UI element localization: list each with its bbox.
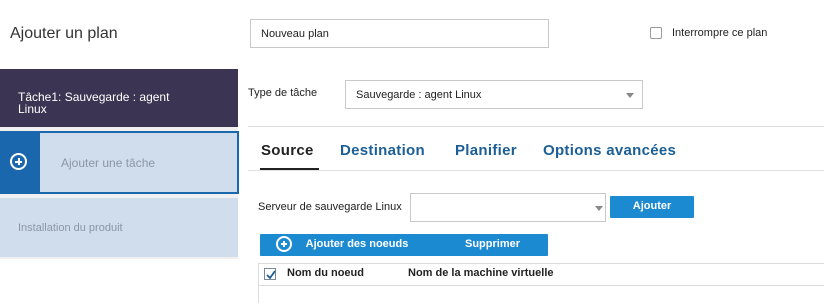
checkmark-icon xyxy=(266,270,276,280)
task-type-select[interactable]: Sauvegarde : agent Linux xyxy=(345,80,643,109)
chevron-down-icon xyxy=(626,93,634,98)
pause-plan-checkbox[interactable] xyxy=(650,27,662,39)
section-divider xyxy=(248,126,824,127)
table-header-rule xyxy=(258,285,824,286)
tab-schedule[interactable]: Planifier xyxy=(455,142,517,159)
backup-server-label: Serveur de sauvegarde Linux xyxy=(258,201,402,213)
task-type-value: Sauvegarde : agent Linux xyxy=(356,89,482,101)
chevron-down-icon xyxy=(595,206,603,211)
tab-advanced-options[interactable]: Options avancées xyxy=(543,142,676,159)
backup-server-select[interactable] xyxy=(410,193,606,222)
sidebar-item-label: Tâche1: Sauvegarde : agent Linux xyxy=(18,90,170,116)
install-product-label[interactable]: Installation du produit xyxy=(18,222,123,234)
tab-source[interactable]: Source xyxy=(261,142,314,159)
plan-name-input[interactable] xyxy=(250,19,549,48)
tabs-rule xyxy=(248,170,824,171)
plus-circle-icon xyxy=(276,236,292,252)
tab-destination[interactable]: Destination xyxy=(340,142,425,159)
active-tab-indicator xyxy=(260,168,319,170)
add-server-button[interactable]: Ajouter xyxy=(610,196,694,218)
column-header-node-name[interactable]: Nom du noeud xyxy=(287,267,364,279)
pause-plan-label[interactable]: Interrompre ce plan xyxy=(672,27,767,39)
add-task-label[interactable]: Ajouter une tâche xyxy=(61,156,155,170)
select-all-checkbox[interactable] xyxy=(264,268,276,280)
plus-circle-icon[interactable] xyxy=(10,153,27,170)
page-title: Ajouter un plan xyxy=(10,25,118,42)
delete-button[interactable]: Supprimer xyxy=(437,234,548,256)
sidebar-item-task1[interactable]: Tâche1: Sauvegarde : agent Linux xyxy=(0,69,238,127)
column-header-vm-name[interactable]: Nom de la machine virtuelle xyxy=(408,267,554,279)
task-type-label: Type de tâche xyxy=(248,87,318,99)
